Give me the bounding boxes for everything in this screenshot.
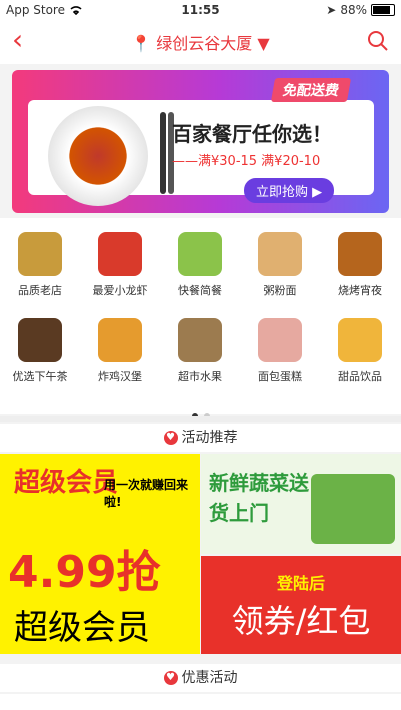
location-arrow-icon: ➤ — [326, 3, 337, 17]
category-item[interactable]: 炸鸡汉堡 — [80, 318, 160, 384]
promo-right-top: 新鲜蔬菜送货上门 — [209, 471, 309, 525]
category-item[interactable]: 优选下午茶 — [0, 318, 80, 384]
category-item[interactable]: 粥粉面 — [240, 232, 320, 298]
vegetable-basket-icon — [311, 474, 395, 544]
category-item[interactable]: 超市水果 — [160, 318, 240, 384]
promo-left-bottom: 超级会员 — [14, 608, 150, 648]
category-label: 面包蛋糕 — [258, 370, 302, 383]
category-label: 优选下午茶 — [12, 370, 68, 383]
map-pin-icon: 📍 — [131, 34, 152, 53]
status-bar: App Store 11:55 ➤ 88% — [0, 0, 401, 20]
buy-now-label: 立即抢购 — [256, 185, 309, 200]
category-item[interactable]: 快餐简餐 — [160, 232, 240, 298]
category-item[interactable]: 烧烤宵夜 — [320, 232, 400, 298]
coupon-promo[interactable]: 登陆后 领券/红包 — [201, 556, 401, 654]
chopstick-icon — [160, 112, 166, 194]
activity-section-header: ♥ 活动推荐 — [0, 424, 401, 452]
free-delivery-badge: 免配送费 — [270, 78, 352, 102]
category-label: 快餐简餐 — [178, 284, 222, 297]
super-member-promo[interactable]: 超级会员 用一次就赚回来啦! 4.99抢 超级会员 — [0, 454, 200, 654]
status-right: ➤ 88% — [326, 3, 395, 17]
discount-section-header: ♥ 优惠活动 — [0, 664, 401, 692]
category-label: 炸鸡汉堡 — [98, 370, 142, 383]
promo-banner[interactable]: 免配送费 百家餐厅任你选！ ——满¥30-15 满¥20-10 立即抢购 ▶ — [12, 70, 389, 213]
category-label: 品质老店 — [18, 284, 62, 297]
drink-icon — [338, 318, 382, 362]
category-label: 烧烤宵夜 — [338, 284, 382, 297]
promo-right-tag: 登陆后 — [276, 574, 325, 593]
category-item[interactable]: 最爱小龙虾 — [80, 232, 160, 298]
food-plate-icon — [48, 106, 148, 206]
heart-icon: ♥ — [163, 431, 178, 445]
battery-percentage: 88% — [340, 3, 367, 17]
promo-left-top: 超级会员 — [14, 468, 119, 498]
category-item[interactable]: 面包蛋糕 — [240, 318, 320, 384]
noodle-bowl-icon — [258, 232, 302, 276]
activity-section-title: 活动推荐 — [181, 430, 238, 446]
category-item[interactable]: 品质老店 — [0, 232, 80, 298]
play-icon: ▶ — [312, 185, 323, 200]
fruit-basket-icon — [178, 318, 222, 362]
category-label: 超市水果 — [178, 370, 222, 383]
category-label: 粥粉面 — [263, 284, 297, 297]
section-divider — [0, 416, 401, 422]
chevron-down-icon: ▼ — [257, 34, 270, 53]
banner-title: 百家餐厅任你选！ — [172, 122, 332, 146]
category-label: 最爱小龙虾 — [92, 284, 148, 297]
coffee-icon — [18, 318, 62, 362]
heart-icon: ♥ — [163, 671, 178, 685]
promo-left-price: 4.99抢 — [8, 547, 161, 598]
promo-left-note: 用一次就赚回来啦! — [104, 478, 189, 509]
crayfish-icon — [98, 232, 142, 276]
nav-bar: ‹ 📍 绿创云谷大厦 ▼ — [0, 20, 401, 64]
fresh-vegetables-promo[interactable]: 新鲜蔬菜送货上门 — [201, 454, 401, 554]
cake-icon — [258, 318, 302, 362]
category-grid: 品质老店 最爱小龙虾 快餐简餐 粥粉面 烧烤宵夜 优选下午茶 炸鸡汉堡 超市水果… — [0, 218, 401, 419]
search-icon[interactable] — [365, 28, 389, 52]
location-selector[interactable]: 📍 绿创云谷大厦 ▼ — [0, 30, 401, 54]
discount-section-title: 优惠活动 — [181, 670, 238, 686]
location-name: 绿创云谷大厦 — [156, 34, 253, 53]
buy-now-button[interactable]: 立即抢购 ▶ — [244, 178, 335, 203]
star-badge-icon — [18, 232, 62, 276]
promo-right-bottom: 领券/红包 — [231, 602, 371, 640]
grill-icon — [338, 232, 382, 276]
category-label: 甜品饮品 — [338, 370, 382, 383]
salad-icon — [178, 232, 222, 276]
burger-icon — [98, 318, 142, 362]
battery-icon — [371, 4, 395, 16]
banner-subtitle: ——满¥30-15 满¥20-10 — [172, 154, 321, 169]
bottom-strip — [0, 694, 401, 710]
category-item[interactable]: 甜品饮品 — [320, 318, 400, 384]
